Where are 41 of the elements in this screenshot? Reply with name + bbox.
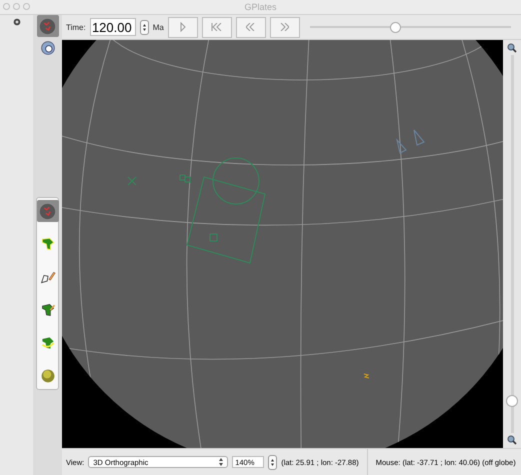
canvas-tool-button[interactable] <box>36 15 58 37</box>
tool-button[interactable] <box>36 200 58 222</box>
play-icon <box>180 22 186 32</box>
zoom-spinner[interactable] <box>268 454 278 470</box>
time-unit: Ma <box>152 22 164 32</box>
slider-thumb[interactable] <box>390 22 401 32</box>
globe-icon <box>39 18 56 34</box>
rectangle-outline[interactable] <box>186 176 266 264</box>
triangle-outline[interactable] <box>396 138 407 154</box>
slider-thumb[interactable] <box>506 395 518 408</box>
zoom-in-icon[interactable] <box>507 43 517 53</box>
gear-icon[interactable] <box>12 18 20 26</box>
play-button[interactable] <box>168 16 198 38</box>
time-spinner[interactable] <box>140 20 149 34</box>
plate-icon <box>40 236 56 252</box>
step-forward-button[interactable] <box>270 16 300 38</box>
digitise-pencil-icon <box>40 269 56 285</box>
circle-outline[interactable] <box>212 158 260 204</box>
zoom-button[interactable] <box>23 3 30 10</box>
close-button[interactable] <box>3 3 10 10</box>
dropdown-arrows-icon <box>219 458 224 466</box>
step-back-button[interactable] <box>236 16 266 38</box>
sphere-icon <box>40 368 56 384</box>
rotate-plate-icon <box>40 335 56 351</box>
edit-plate-icon <box>40 302 56 318</box>
skip-start-icon <box>211 23 222 31</box>
step-back-icon <box>246 23 256 31</box>
time-label: Time: <box>66 22 86 32</box>
globe[interactable] <box>62 40 503 448</box>
square-marker[interactable] <box>210 234 218 242</box>
globe-icon <box>39 202 56 220</box>
step-forward-icon <box>280 23 290 31</box>
triangle-outline[interactable] <box>414 130 425 146</box>
time-field[interactable]: 120.00 <box>90 18 136 36</box>
minimize-button[interactable] <box>13 3 20 10</box>
zoom-out-icon[interactable] <box>507 435 517 445</box>
rewind-to-start-button[interactable] <box>202 16 232 38</box>
window-title: GPlates <box>244 2 276 12</box>
point-markers[interactable] <box>180 174 190 182</box>
cross-marker[interactable] <box>128 176 136 186</box>
zoom-globe-icon <box>40 40 56 56</box>
